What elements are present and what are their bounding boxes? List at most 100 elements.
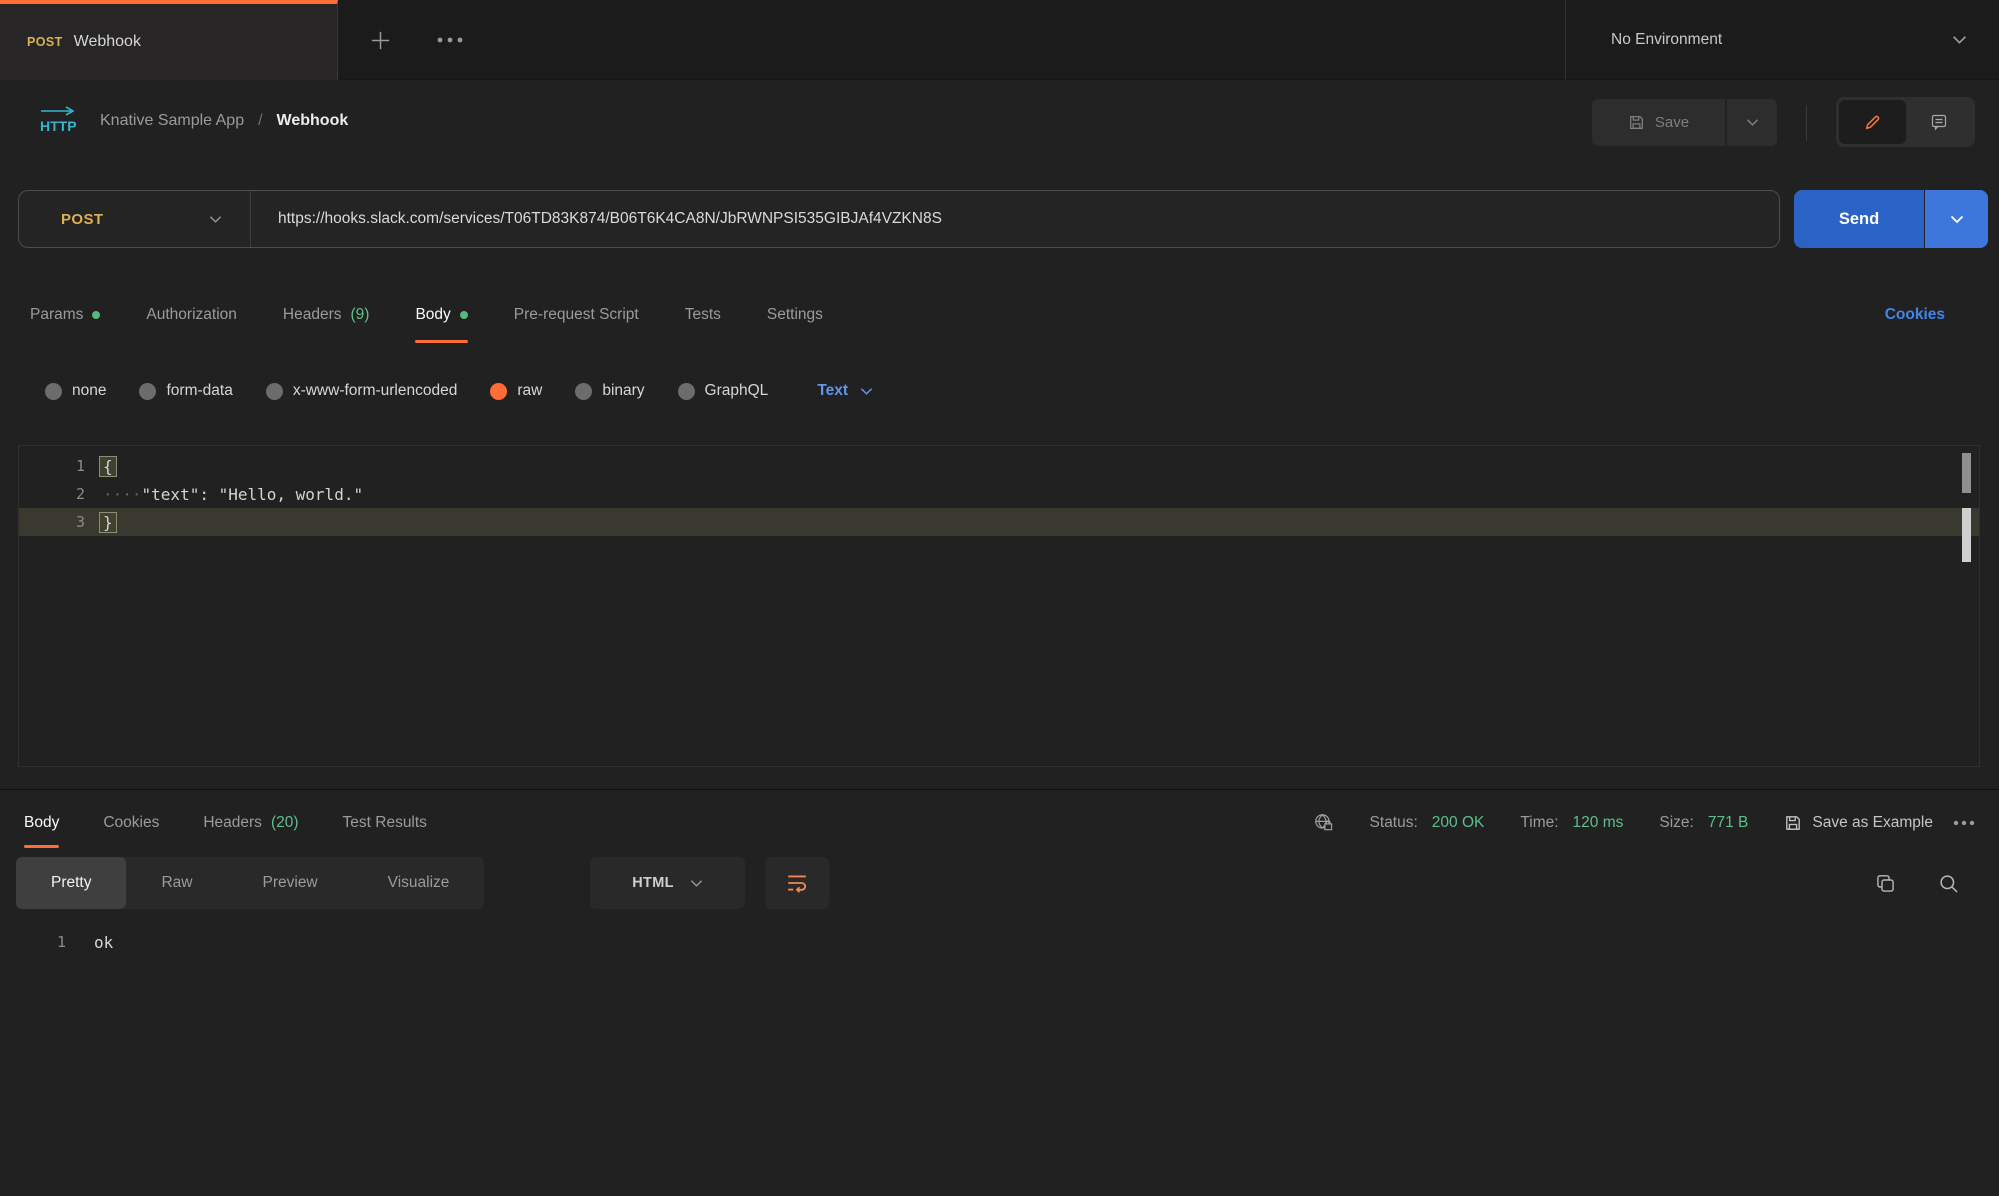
radio-raw[interactable]: raw xyxy=(490,382,542,400)
raw-language-dropdown[interactable]: Text xyxy=(817,382,873,400)
tab-authorization[interactable]: Authorization xyxy=(146,285,236,345)
time-value[interactable]: 120 ms xyxy=(1573,814,1624,832)
line-wrap-button[interactable] xyxy=(765,857,829,909)
view-pretty[interactable]: Pretty xyxy=(16,857,126,909)
tab-params[interactable]: Params xyxy=(30,285,100,345)
radio-form-data[interactable]: form-data xyxy=(139,382,232,400)
view-preview[interactable]: Preview xyxy=(228,857,353,909)
tab-bar: POST Webhook No Environment xyxy=(0,0,1999,80)
response-format-dropdown[interactable]: HTML xyxy=(590,857,745,909)
editor-scrollbar-mark[interactable] xyxy=(1962,453,1971,493)
tab-headers-label: Headers xyxy=(283,306,342,324)
breadcrumb-collection[interactable]: Knative Sample App xyxy=(100,112,244,130)
raw-language-value: Text xyxy=(817,382,848,400)
edit-documentation-button[interactable] xyxy=(1839,100,1906,144)
radio-urlencoded[interactable]: x-www-form-urlencoded xyxy=(266,382,458,400)
editor-scrollbar-mark[interactable] xyxy=(1962,508,1971,562)
save-options-button[interactable] xyxy=(1727,99,1777,146)
radio-circle-selected xyxy=(490,383,507,400)
url-input[interactable] xyxy=(251,210,1779,228)
header-divider xyxy=(1806,105,1807,141)
editor-line[interactable]: 2 ····"text": "Hello, world." xyxy=(19,480,1979,508)
url-bar: POST xyxy=(18,190,1780,248)
response-format-value: HTML xyxy=(632,875,673,891)
time-label: Time: xyxy=(1520,814,1558,832)
response-body: 1 ok xyxy=(0,928,1999,956)
tab-params-label: Params xyxy=(30,306,83,324)
ellipsis-icon xyxy=(437,37,463,43)
chevron-down-icon xyxy=(209,215,222,224)
cookies-link[interactable]: Cookies xyxy=(1885,285,1945,345)
response-meta: Status: 200 OK Time: 120 ms Size: 771 B … xyxy=(1313,795,1975,850)
network-globe-lock-icon[interactable] xyxy=(1313,812,1334,833)
tab-prerequest-label: Pre-request Script xyxy=(514,306,639,324)
line-number: 1 xyxy=(0,933,66,951)
radio-graphql[interactable]: GraphQL xyxy=(678,382,769,400)
method-dropdown[interactable]: POST xyxy=(19,191,251,247)
request-body-editor[interactable]: 1 { 2 ····"text": "Hello, world." 3 } xyxy=(18,445,1980,767)
svg-text:HTTP: HTTP xyxy=(40,118,77,134)
response-tab-headers[interactable]: Headers (20) xyxy=(203,795,298,850)
request-header-row: HTTP Knative Sample App / Webhook Save xyxy=(0,80,1999,162)
pencil-icon xyxy=(1863,113,1882,132)
view-visualize[interactable]: Visualize xyxy=(353,857,485,909)
copy-icon[interactable] xyxy=(1875,873,1896,894)
method-dropdown-value: POST xyxy=(61,211,103,228)
whitespace-dots: ···· xyxy=(103,485,142,504)
response-headers-count-badge: (20) xyxy=(271,814,299,832)
breadcrumb: Knative Sample App / Webhook xyxy=(100,80,348,162)
size-value[interactable]: 771 B xyxy=(1708,814,1749,832)
chevron-down-icon xyxy=(1952,35,1967,45)
radio-graphql-label: GraphQL xyxy=(705,382,769,400)
code-text: "text": "Hello, world." xyxy=(142,485,364,504)
response-tab-cookies-label: Cookies xyxy=(103,814,159,832)
response-options-button[interactable] xyxy=(1953,820,1975,826)
radio-urlencoded-label: x-www-form-urlencoded xyxy=(293,382,458,400)
tab-method-label: POST xyxy=(27,35,63,49)
radio-circle xyxy=(575,383,592,400)
tab-settings[interactable]: Settings xyxy=(767,285,823,345)
view-raw[interactable]: Raw xyxy=(126,857,227,909)
breadcrumb-request-name[interactable]: Webhook xyxy=(277,112,349,130)
response-tab-test-results[interactable]: Test Results xyxy=(343,795,427,850)
tab-headers[interactable]: Headers (9) xyxy=(283,285,370,345)
request-tab[interactable]: POST Webhook xyxy=(0,0,338,80)
editor-line[interactable]: 1 { xyxy=(19,452,1979,480)
response-tab-headers-label: Headers xyxy=(203,814,262,832)
environment-selector[interactable]: No Environment xyxy=(1565,0,1999,80)
response-tab-test-results-label: Test Results xyxy=(343,814,427,832)
radio-circle xyxy=(678,383,695,400)
comments-button[interactable] xyxy=(1906,100,1973,144)
radio-none[interactable]: none xyxy=(45,382,106,400)
send-options-button[interactable] xyxy=(1925,190,1988,248)
radio-form-data-label: form-data xyxy=(166,382,232,400)
send-button[interactable]: Send xyxy=(1794,190,1924,248)
save-as-example-label: Save as Example xyxy=(1812,814,1933,832)
tab-options-button[interactable] xyxy=(425,0,475,80)
tab-authorization-label: Authorization xyxy=(146,306,236,324)
status-value[interactable]: 200 OK xyxy=(1432,814,1485,832)
tab-prerequest-script[interactable]: Pre-request Script xyxy=(514,285,639,345)
tab-body[interactable]: Body xyxy=(415,285,467,345)
comment-icon xyxy=(1930,113,1948,131)
response-tab-cookies[interactable]: Cookies xyxy=(103,795,159,850)
radio-circle xyxy=(266,383,283,400)
headers-count-badge: (9) xyxy=(350,306,369,324)
response-divider xyxy=(0,789,1999,790)
status-label: Status: xyxy=(1370,814,1418,832)
response-line[interactable]: 1 ok xyxy=(0,928,1999,956)
new-tab-button[interactable] xyxy=(355,0,405,80)
tab-tests[interactable]: Tests xyxy=(685,285,721,345)
editor-line-current[interactable]: 3 } xyxy=(19,508,1979,536)
bracket-highlight: { xyxy=(99,456,117,477)
radio-binary[interactable]: binary xyxy=(575,382,644,400)
save-button[interactable]: Save xyxy=(1592,99,1725,146)
params-active-dot xyxy=(92,311,100,319)
response-tab-body[interactable]: Body xyxy=(24,795,59,850)
floppy-icon xyxy=(1628,114,1645,131)
chevron-down-icon xyxy=(1950,215,1964,224)
save-button-label: Save xyxy=(1655,114,1689,131)
search-icon[interactable] xyxy=(1938,873,1959,894)
documentation-comments-toggle xyxy=(1836,97,1975,147)
save-as-example-button[interactable]: Save as Example xyxy=(1784,814,1933,832)
